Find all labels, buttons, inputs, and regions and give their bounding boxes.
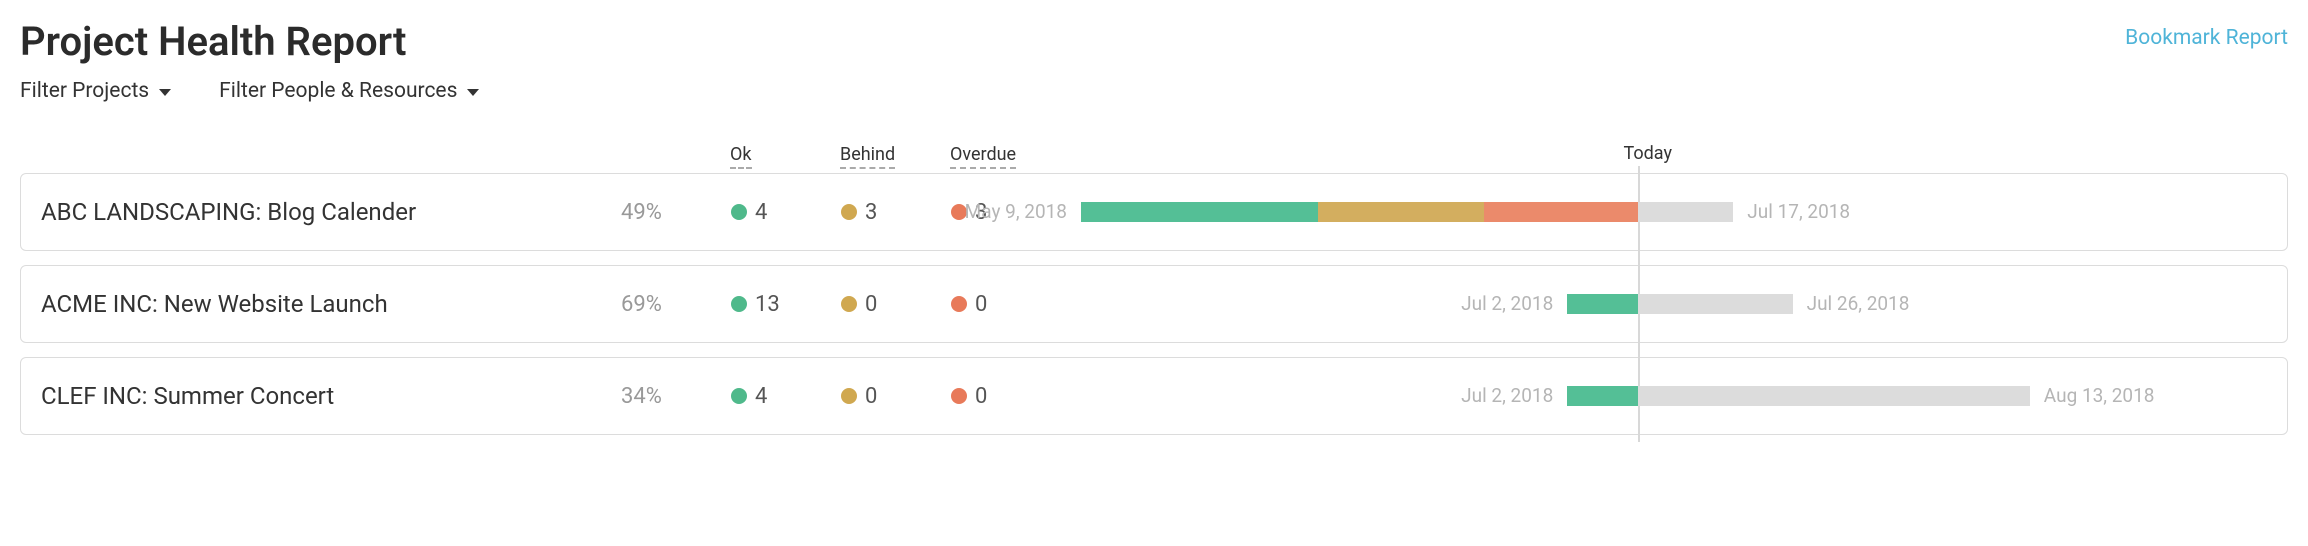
end-date-label: Jul 26, 2018 (1807, 292, 1910, 315)
stat-behind-value: 0 (865, 292, 877, 317)
overdue-status-icon (951, 296, 967, 312)
behind-status-icon (841, 388, 857, 404)
stat-overdue: 0 (951, 292, 1081, 317)
chevron-down-icon (159, 89, 171, 96)
col-header-behind: Behind (840, 144, 895, 169)
project-row[interactable]: CLEF INC: Summer Concert34% 4 0 0 Jul 2, 201… (20, 357, 2288, 435)
stat-overdue-value: 0 (975, 292, 987, 317)
project-percent: 34% (621, 384, 731, 409)
col-header-ok: Ok (730, 144, 752, 169)
overdue-status-icon (951, 388, 967, 404)
end-date-label: Jul 17, 2018 (1747, 200, 1850, 223)
ok-status-icon (731, 388, 747, 404)
stat-behind-value: 3 (865, 200, 877, 225)
project-name: ABC LANDSCAPING: Blog Calender (41, 198, 621, 226)
project-percent: 49% (621, 200, 731, 225)
stat-behind: 0 (841, 384, 951, 409)
stat-overdue: 0 (951, 384, 1081, 409)
project-timeline: Jul 2, 2018 Aug 13, 2018 (1081, 382, 2267, 410)
segment-future (1638, 202, 1733, 222)
filter-people-label: Filter People & Resources (219, 79, 457, 103)
col-header-overdue: Overdue (950, 144, 1016, 169)
project-row[interactable]: ABC LANDSCAPING: Blog Calender49%433May … (20, 173, 2288, 251)
filter-projects-label: Filter Projects (20, 79, 149, 103)
end-date-label: Aug 13, 2018 (2044, 384, 2155, 407)
project-name: ACME INC: New Website Launch (41, 290, 621, 318)
filter-projects-dropdown[interactable]: Filter Projects (20, 79, 171, 103)
stat-ok: 13 (731, 292, 841, 317)
start-date-label: Jul 2, 2018 (1461, 292, 1553, 315)
segment-ok (1567, 294, 1638, 314)
timeline-bar (1567, 294, 1792, 314)
segment-ok (1081, 202, 1318, 222)
segment-future (1638, 386, 2029, 406)
stat-behind-value: 0 (865, 384, 877, 409)
ok-status-icon (731, 204, 747, 220)
today-label: Today (1624, 143, 1672, 164)
timeline-bar (1081, 202, 1733, 222)
project-percent: 69% (621, 292, 731, 317)
stat-behind: 0 (841, 292, 951, 317)
stat-ok-value: 4 (755, 200, 767, 225)
project-timeline: May 9, 2018Jul 17, 2018 (1081, 198, 2267, 226)
start-date-label: Jul 2, 2018 (1461, 384, 1553, 407)
project-row[interactable]: ACME INC: New Website Launch69% 13 0 0 Jul 2… (20, 265, 2288, 343)
stat-ok-value: 4 (755, 384, 767, 409)
stat-ok: 4 (731, 200, 841, 225)
behind-status-icon (841, 204, 857, 220)
page-title: Project Health Report (20, 18, 406, 65)
behind-status-icon (841, 296, 857, 312)
chevron-down-icon (467, 89, 479, 96)
stat-ok: 4 (731, 384, 841, 409)
project-name: CLEF INC: Summer Concert (41, 382, 621, 410)
ok-status-icon (731, 296, 747, 312)
stat-ok-value: 13 (755, 292, 780, 317)
stat-overdue-value: 0 (975, 384, 987, 409)
project-timeline: Jul 2, 2018 Jul 26, 2018 (1081, 290, 2267, 318)
filter-people-dropdown[interactable]: Filter People & Resources (219, 79, 479, 103)
timeline-bar (1567, 386, 2030, 406)
segment-future (1638, 294, 1792, 314)
segment-ok (1567, 386, 1638, 406)
segment-overdue (1484, 202, 1638, 222)
bookmark-report-link[interactable]: Bookmark Report (2125, 26, 2288, 50)
stat-behind: 3 (841, 200, 951, 225)
start-date-label: May 9, 2018 (965, 200, 1067, 223)
segment-behind (1318, 202, 1484, 222)
